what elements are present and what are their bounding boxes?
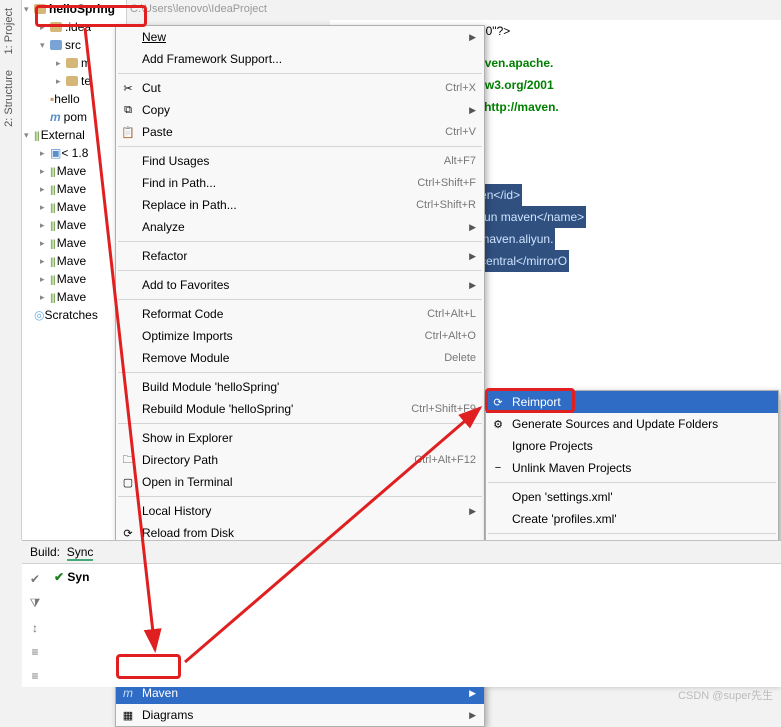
- tree-item[interactable]: ◎Scratches: [22, 306, 126, 324]
- menu-find-usages[interactable]: Find UsagesAlt+F7: [116, 150, 484, 172]
- submenu-create-profiles[interactable]: Create 'profiles.xml': [486, 508, 778, 530]
- submenu-open-settings[interactable]: Open 'settings.xml': [486, 486, 778, 508]
- submenu-unlink[interactable]: −Unlink Maven Projects: [486, 457, 778, 479]
- menu-analyze[interactable]: Analyze▶: [116, 216, 484, 238]
- tree-item[interactable]: ▸▣< 1.8: [22, 144, 126, 162]
- submenu-reimport[interactable]: ⟳Reimport: [486, 391, 778, 413]
- tree-item[interactable]: ▸.idea: [22, 18, 126, 36]
- folder-icon: 🗀: [120, 452, 136, 468]
- menu-rebuild-module[interactable]: Rebuild Module 'helloSpring'Ctrl+Shift+F…: [116, 398, 484, 420]
- project-root-label: helloSpring: [49, 2, 115, 16]
- menu-local-history[interactable]: Local History▶: [116, 500, 484, 522]
- tree-item[interactable]: ▾src: [22, 36, 126, 54]
- tree-item[interactable]: ▸Mave: [22, 288, 126, 306]
- generate-icon: ⚙: [490, 416, 506, 432]
- build-output: ✔ Syn: [22, 564, 781, 584]
- maven-icon: m: [120, 685, 136, 701]
- submenu-ignore[interactable]: Ignore Projects: [486, 435, 778, 457]
- menu-show-explorer[interactable]: Show in Explorer: [116, 427, 484, 449]
- reimport-icon: ⟳: [490, 394, 506, 410]
- structure-tab[interactable]: 2: Structure: [0, 62, 18, 135]
- diagram-icon: ▦: [120, 707, 136, 723]
- submenu-generate-sources[interactable]: ⚙Generate Sources and Update Folders: [486, 413, 778, 435]
- tree-item[interactable]: ▸Mave: [22, 234, 126, 252]
- menu-build-module[interactable]: Build Module 'helloSpring': [116, 376, 484, 398]
- menu-add-framework[interactable]: Add Framework Support...: [116, 48, 484, 70]
- menu-copy[interactable]: ⧉Copy▶: [116, 99, 484, 121]
- tree-item[interactable]: mpom: [22, 108, 126, 126]
- menu-paste[interactable]: 📋PasteCtrl+V: [116, 121, 484, 143]
- menu-new[interactable]: New▶: [116, 26, 484, 48]
- layout-icon[interactable]: ↕: [22, 616, 48, 640]
- expand-icon[interactable]: ≡: [22, 640, 48, 664]
- menu-directory-path[interactable]: 🗀Directory PathCtrl+Alt+F12: [116, 449, 484, 471]
- build-panel: Build: Sync ✔ ⧩ ↕ ≡ ≡ ✔ Syn: [22, 540, 781, 687]
- menu-remove-module[interactable]: Remove ModuleDelete: [116, 347, 484, 369]
- menu-add-favorites[interactable]: Add to Favorites▶: [116, 274, 484, 296]
- tree-item[interactable]: ▾External: [22, 126, 126, 144]
- watermark: CSDN @super先生: [678, 687, 773, 703]
- build-header: Build: Sync: [22, 541, 781, 564]
- menu-find-in-path[interactable]: Find in Path...Ctrl+Shift+F: [116, 172, 484, 194]
- menu-refactor[interactable]: Refactor▶: [116, 245, 484, 267]
- tree-item[interactable]: ▸te: [22, 72, 126, 90]
- tree-item[interactable]: ▸Mave: [22, 270, 126, 288]
- cut-icon: ✂: [120, 80, 136, 96]
- check-icon[interactable]: ✔: [22, 567, 48, 591]
- menu-cut[interactable]: ✂CutCtrl+X: [116, 77, 484, 99]
- filter-icon[interactable]: ⧩: [22, 591, 48, 616]
- menu-replace-in-path[interactable]: Replace in Path...Ctrl+Shift+R: [116, 194, 484, 216]
- menu-reformat[interactable]: Reformat CodeCtrl+Alt+L: [116, 303, 484, 325]
- breadcrumb: C:\Users\lenovo\IdeaProject: [127, 0, 270, 20]
- tree-item[interactable]: ▸Mave: [22, 252, 126, 270]
- tree-item[interactable]: ▸Mave: [22, 162, 126, 180]
- project-root[interactable]: ▾helloSpring: [22, 0, 126, 18]
- reload-icon: ⟳: [120, 525, 136, 541]
- tool-window-tabs: 1: Project 2: Structure: [0, 0, 22, 540]
- build-toolbar: ✔ ⧩ ↕ ≡ ≡: [22, 567, 48, 688]
- terminal-icon: ▢: [120, 474, 136, 490]
- menu-optimize[interactable]: Optimize ImportsCtrl+Alt+O: [116, 325, 484, 347]
- project-tree: ▾helloSpring ▸.idea ▾src ▸m ▸te ▪hello m…: [22, 0, 127, 540]
- tree-item[interactable]: ▸m: [22, 54, 126, 72]
- project-tab[interactable]: 1: Project: [0, 0, 18, 62]
- menu-diagrams[interactable]: ▦Diagrams▶: [116, 704, 484, 726]
- tree-item[interactable]: ▸Mave: [22, 198, 126, 216]
- unlink-icon: −: [490, 460, 506, 476]
- menu-open-terminal[interactable]: ▢Open in Terminal: [116, 471, 484, 493]
- tree-item[interactable]: ▪hello: [22, 90, 126, 108]
- copy-icon: ⧉: [120, 102, 136, 118]
- tree-item[interactable]: ▸Mave: [22, 180, 126, 198]
- tree-item[interactable]: ▸Mave: [22, 216, 126, 234]
- collapse-icon[interactable]: ≡: [22, 664, 48, 688]
- paste-icon: 📋: [120, 124, 136, 140]
